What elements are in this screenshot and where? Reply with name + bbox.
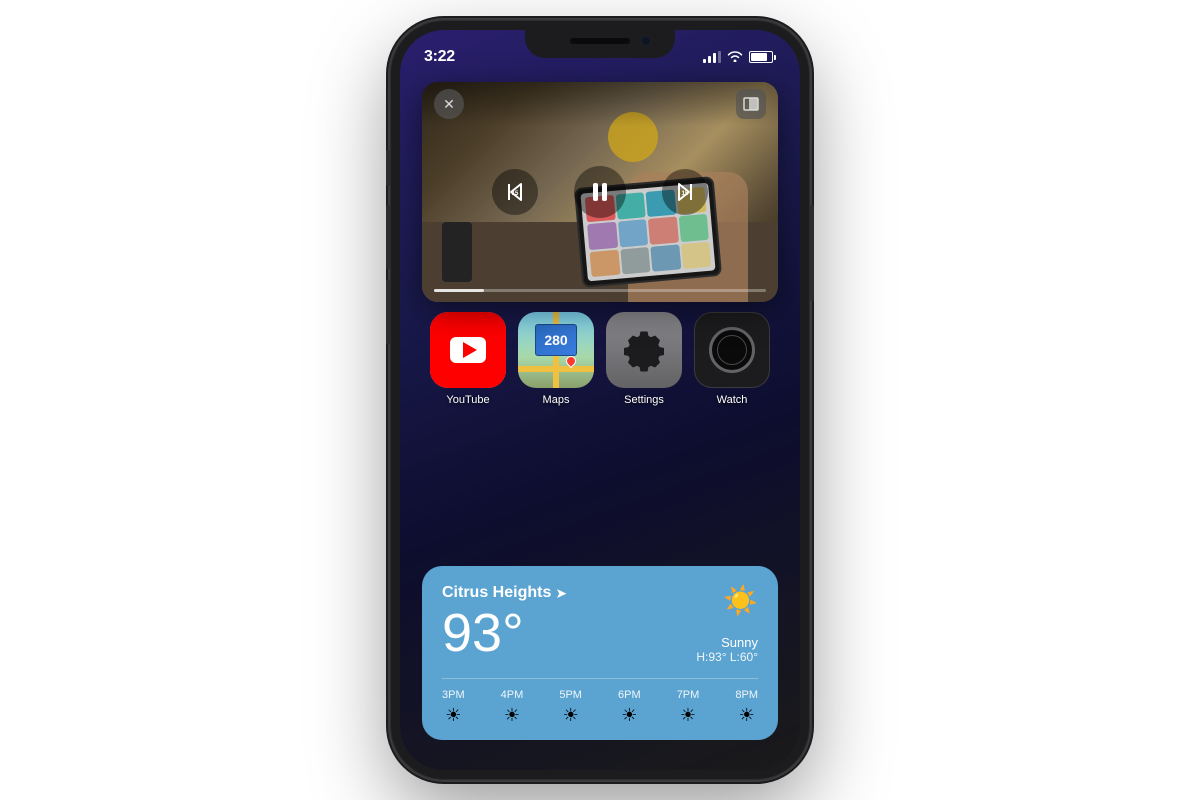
weather-location: Citrus Heights ➤	[442, 584, 567, 602]
battery-icon	[749, 51, 776, 63]
maps-app-wrapper[interactable]: 280 Maps	[518, 312, 594, 406]
weather-high: H:93°	[696, 650, 726, 664]
volume-up-button[interactable]	[386, 205, 390, 269]
weather-hour-label-4: 7PM	[677, 689, 700, 701]
settings-app-icon	[606, 312, 682, 388]
maps-shield-number: 280	[544, 332, 567, 348]
weather-hour-2: 5PM ☀	[559, 689, 582, 726]
mute-button[interactable]	[386, 150, 390, 186]
speaker	[570, 38, 630, 44]
weather-hour-0: 3PM ☀	[442, 689, 465, 726]
signal-bar-3	[713, 53, 716, 63]
weather-condition-text: Sunny	[696, 635, 758, 650]
weather-low: L:60°	[730, 650, 758, 664]
front-camera	[641, 36, 651, 46]
pause-button[interactable]	[574, 166, 626, 218]
weather-hour-icon-4: ☀	[680, 705, 696, 726]
power-button[interactable]	[810, 205, 814, 301]
signal-icon	[703, 51, 721, 63]
watch-app-wrapper[interactable]: Watch	[694, 312, 770, 406]
pip-progress-bar[interactable]	[434, 289, 766, 292]
weather-condition: Sunny H:93° L:60°	[696, 635, 758, 664]
phone-screen: 3:22	[400, 30, 800, 770]
youtube-app-icon	[430, 312, 506, 388]
weather-hour-5: 8PM ☀	[735, 689, 758, 726]
weather-hour-1: 4PM ☀	[501, 689, 524, 726]
pip-controls: 15 15	[422, 82, 778, 302]
status-time: 3:22	[424, 48, 455, 66]
scene: 3:22	[0, 0, 1200, 800]
skip-forward-button[interactable]: 15	[662, 169, 708, 215]
settings-label: Settings	[624, 394, 664, 406]
weather-hour-4: 7PM ☀	[677, 689, 700, 726]
weather-hour-icon-1: ☀	[504, 705, 520, 726]
svg-text:15: 15	[682, 191, 689, 197]
youtube-label: YouTube	[446, 394, 489, 406]
signal-bar-4	[718, 51, 721, 63]
maps-pin	[566, 356, 576, 366]
weather-hour-label-1: 4PM	[501, 689, 524, 701]
weather-temperature: 93°	[442, 606, 567, 660]
wifi-icon	[727, 49, 743, 65]
watch-app-face	[709, 327, 755, 373]
signal-bar-1	[703, 59, 706, 63]
weather-widget[interactable]: Citrus Heights ➤ 93° ☀️ Sunny H:93°	[422, 566, 778, 740]
watch-app-inner	[717, 335, 747, 365]
signal-bar-2	[708, 56, 711, 63]
skip-back-icon: 15	[501, 178, 529, 206]
weather-hour-label-2: 5PM	[559, 689, 582, 701]
weather-hour-icon-5: ☀	[739, 705, 755, 726]
weather-hour-3: 6PM ☀	[618, 689, 641, 726]
watch-app-icon	[694, 312, 770, 388]
weather-hour-icon-2: ☀	[563, 705, 579, 726]
weather-city: Citrus Heights	[442, 584, 551, 602]
app-icons-row: YouTube 280	[400, 312, 800, 406]
skip-forward-icon: 15	[671, 178, 699, 206]
settings-app-wrapper[interactable]: Settings	[606, 312, 682, 406]
status-icons	[703, 49, 776, 65]
maps-label: Maps	[543, 394, 570, 406]
weather-hour-label-3: 6PM	[618, 689, 641, 701]
settings-gear-icon	[621, 327, 667, 373]
phone-shell: 3:22	[390, 20, 810, 780]
weather-top: Citrus Heights ➤ 93° ☀️ Sunny H:93°	[442, 584, 758, 664]
watch-label: Watch	[717, 394, 748, 406]
volume-down-button[interactable]	[386, 280, 390, 344]
weather-hour-icon-0: ☀	[445, 705, 461, 726]
pip-video-container[interactable]: ✕ 15	[422, 82, 778, 302]
weather-hour-label-5: 8PM	[735, 689, 758, 701]
maps-shield: 280	[535, 324, 577, 356]
weather-sun-icon: ☀️	[723, 584, 758, 617]
pip-progress-fill	[434, 289, 484, 292]
weather-high-low: H:93° L:60°	[696, 650, 758, 664]
skip-back-button[interactable]: 15	[492, 169, 538, 215]
pause-icon	[586, 178, 614, 206]
youtube-app-wrapper[interactable]: YouTube	[430, 312, 506, 406]
notch	[525, 30, 675, 58]
maps-app-icon: 280	[518, 312, 594, 388]
weather-hour-icon-3: ☀	[621, 705, 637, 726]
weather-hour-label-0: 3PM	[442, 689, 465, 701]
weather-hourly-forecast: 3PM ☀ 4PM ☀ 5PM ☀ 6PM ☀	[442, 678, 758, 726]
weather-location-arrow-icon: ➤	[555, 585, 567, 602]
svg-text:15: 15	[512, 191, 519, 197]
